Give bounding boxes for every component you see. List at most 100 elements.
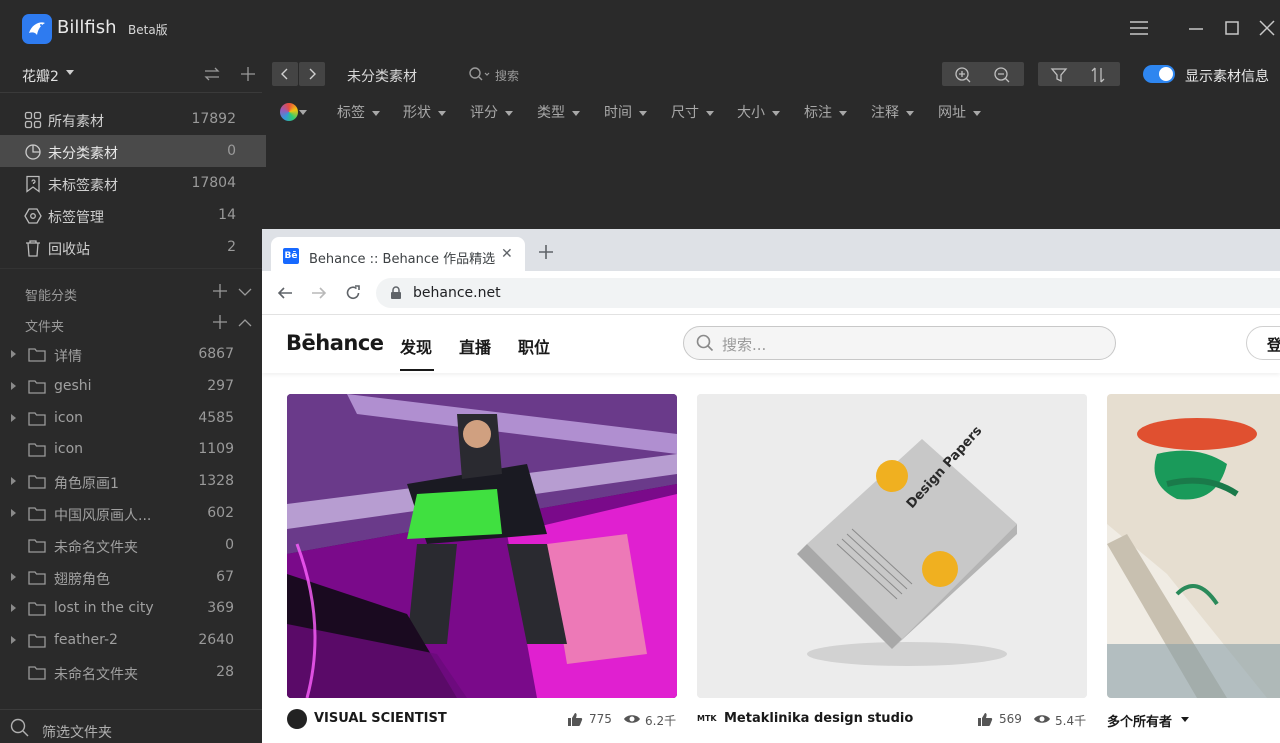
nav-discover[interactable]: 发现 xyxy=(400,334,432,358)
owner-name[interactable]: 多个所有者 xyxy=(1107,711,1172,730)
back-button[interactable] xyxy=(272,62,298,86)
maximize-icon[interactable] xyxy=(1223,18,1243,38)
folder-item[interactable]: 中国风原画人... 602 xyxy=(0,497,262,529)
expand-arrow-icon[interactable] xyxy=(11,350,16,358)
zoom-in-icon[interactable] xyxy=(947,62,977,86)
sidebar-item-tags[interactable]: 标签管理 14 xyxy=(0,199,266,231)
filter-dropdown[interactable]: 评分 xyxy=(470,102,513,122)
folder-item[interactable]: 未命名文件夹 0 xyxy=(0,529,262,561)
filter-dropdown[interactable]: 形状 xyxy=(403,102,446,122)
expand-arrow-icon[interactable] xyxy=(11,636,16,645)
like-count: 775 xyxy=(589,712,612,726)
folders-heading: 文件夹 xyxy=(25,320,65,335)
add-icon[interactable] xyxy=(240,66,256,86)
add-icon[interactable] xyxy=(212,283,228,299)
chevron-down-icon[interactable] xyxy=(238,285,252,299)
folder-icon xyxy=(28,411,46,426)
reload-icon[interactable] xyxy=(345,285,361,301)
chevron-down-icon[interactable] xyxy=(1181,717,1189,722)
sidebar-item-uncategorized[interactable]: 未分类素材 0 xyxy=(0,135,266,167)
browser-tab[interactable]: Bē Behance :: Behance 作品精选 ✕ xyxy=(271,237,525,271)
chevron-down-icon[interactable] xyxy=(66,70,74,75)
expand-arrow-icon[interactable] xyxy=(11,509,16,517)
folder-icon xyxy=(28,666,46,680)
library-selector[interactable]: 花瓣2 xyxy=(22,66,59,86)
folder-icon xyxy=(28,634,46,648)
folder-label: feather-2 xyxy=(54,632,118,649)
sidebar-item-trash[interactable]: 回收站 2 xyxy=(0,231,266,263)
sort-icon[interactable] xyxy=(1082,62,1112,86)
forward-arrow-icon[interactable] xyxy=(311,285,327,301)
folder-item[interactable]: icon 4585 xyxy=(0,402,262,434)
filter-label: 尺寸 xyxy=(671,105,699,121)
folder-label: 未命名文件夹 xyxy=(54,667,138,683)
filter-dropdown[interactable]: 时间 xyxy=(604,102,647,122)
folder-item[interactable]: geshi 297 xyxy=(0,370,262,402)
nav-jobs[interactable]: 职位 xyxy=(518,334,550,358)
sidebar-item-label: 标签管理 xyxy=(48,210,104,226)
folder-icon xyxy=(28,348,46,362)
search-icon xyxy=(469,67,490,81)
expand-arrow-icon[interactable] xyxy=(11,381,16,390)
project-card-image[interactable] xyxy=(1107,394,1280,698)
filter-dropdown[interactable]: 类型 xyxy=(537,102,580,122)
zoom-out-icon[interactable] xyxy=(986,62,1016,86)
expand-arrow-icon[interactable] xyxy=(11,572,16,581)
filter-dropdown[interactable]: 标签 xyxy=(337,102,380,122)
filter-icon[interactable] xyxy=(1043,62,1073,86)
pie-icon xyxy=(25,144,41,160)
nav-live[interactable]: 直播 xyxy=(459,334,491,358)
behance-search-placeholder: 搜索... xyxy=(722,336,767,354)
menu-icon[interactable] xyxy=(1129,18,1149,38)
behance-logo[interactable]: Bēhance xyxy=(286,331,384,355)
project-card-image[interactable] xyxy=(287,394,677,698)
search-placeholder: 搜索 xyxy=(495,69,520,83)
behance-search-input[interactable]: 搜索... xyxy=(683,326,1116,360)
filter-dropdown[interactable]: 标注 xyxy=(804,102,847,122)
smart-category-actions xyxy=(212,283,252,299)
thumbs-up-icon xyxy=(568,713,583,726)
sidebar-item-untagged[interactable]: 未标签素材 17804 xyxy=(0,167,266,199)
filter-dropdown[interactable]: 尺寸 xyxy=(671,102,714,122)
project-card-image[interactable]: Design Papers xyxy=(697,394,1087,698)
avatar[interactable] xyxy=(287,709,307,729)
folder-icon xyxy=(28,380,46,394)
folder-count: 67 xyxy=(216,568,234,585)
folder-item[interactable]: feather-2 2640 xyxy=(0,624,262,656)
chevron-down-icon xyxy=(505,110,513,116)
url-field[interactable]: behance.net xyxy=(376,278,1280,308)
filter-label: 形状 xyxy=(403,105,431,121)
forward-button[interactable] xyxy=(299,62,325,86)
new-tab-icon[interactable] xyxy=(538,244,556,262)
swap-icon[interactable] xyxy=(204,66,220,86)
folder-icon xyxy=(28,570,46,585)
folder-item[interactable]: icon 1109 xyxy=(0,433,262,465)
expand-arrow-icon[interactable] xyxy=(11,604,16,613)
folder-filter[interactable]: 筛选文件夹 xyxy=(0,709,262,743)
expand-arrow-icon[interactable] xyxy=(11,413,16,422)
expand-arrow-icon[interactable] xyxy=(11,477,16,486)
divider xyxy=(0,268,262,269)
owner-name[interactable]: Metaklinika design studio xyxy=(724,711,913,726)
add-icon[interactable] xyxy=(212,314,228,330)
folder-item[interactable]: 翅膀角色 67 xyxy=(0,561,262,593)
owner-name[interactable]: VISUAL SCIENTIST xyxy=(314,711,447,726)
filter-dropdown[interactable]: 大小 xyxy=(737,102,780,122)
folder-item[interactable]: lost in the city 369 xyxy=(0,592,262,624)
sidebar-item-all[interactable]: 所有素材 17892 xyxy=(0,103,266,135)
chevron-up-icon[interactable] xyxy=(238,316,252,330)
sort-filter-controls xyxy=(1038,62,1120,86)
search-input[interactable]: 搜索 xyxy=(468,66,558,84)
close-tab-icon[interactable]: ✕ xyxy=(501,246,513,262)
back-arrow-icon[interactable] xyxy=(277,285,293,301)
login-button[interactable]: 登录 xyxy=(1246,326,1280,360)
folder-item[interactable]: 角色原画1 1328 xyxy=(0,465,262,497)
minimize-icon[interactable] xyxy=(1187,18,1207,38)
browser-preview: Bē Behance :: Behance 作品精选 ✕ behance.net… xyxy=(262,229,1280,743)
filter-dropdown[interactable]: 注释 xyxy=(871,102,914,122)
filter-dropdown[interactable]: 网址 xyxy=(938,102,981,122)
folder-item[interactable]: 详情 6867 xyxy=(0,338,262,370)
close-icon[interactable] xyxy=(1257,18,1277,38)
folder-item[interactable]: 未命名文件夹 28 xyxy=(0,656,262,688)
show-info-toggle[interactable] xyxy=(1143,65,1175,83)
